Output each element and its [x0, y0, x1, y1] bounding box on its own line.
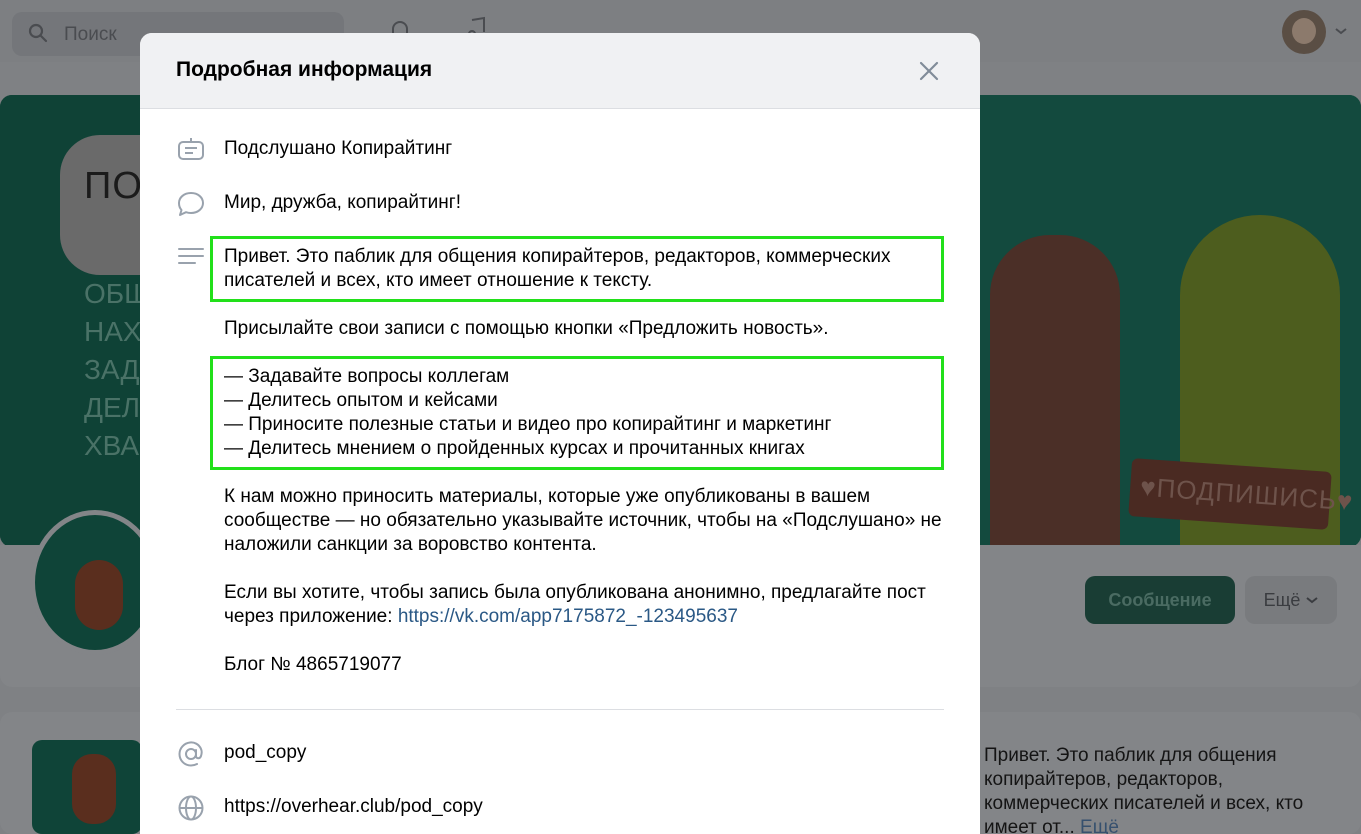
post-thumbnail[interactable] [32, 740, 142, 834]
cover-character-left [990, 235, 1120, 547]
community-name-icon [178, 138, 204, 160]
description-p5: Блог № 4865719077 [224, 654, 402, 675]
description-lines-icon [178, 248, 204, 264]
user-avatar[interactable] [1282, 10, 1326, 54]
description-p4: Если вы хотите, чтобы запись была опубли… [224, 581, 944, 629]
more-button-label: Ещё [1263, 589, 1301, 610]
at-sign-icon [178, 741, 203, 767]
modal-title: Подробная информация [176, 58, 433, 81]
highlight-box [210, 236, 944, 302]
community-status: Мир, дружба, копирайтинг! [224, 192, 461, 213]
globe-icon [178, 795, 204, 821]
details-modal: Подробная информация Подслушано Копирайт… [140, 33, 980, 834]
description-p2: Присылайте свои записи с помощью кнопки … [224, 318, 829, 339]
website-link[interactable]: https://overhear.club/pod_copy [224, 795, 944, 819]
close-icon[interactable] [916, 58, 942, 84]
community-name: Подслушано Копирайтинг [224, 138, 453, 159]
more-button[interactable]: Ещё [1245, 576, 1337, 624]
chevron-down-icon[interactable] [1334, 26, 1348, 36]
modal-header: Подробная информация [140, 33, 980, 109]
highlight-box [210, 356, 944, 470]
search-placeholder: Поиск [64, 24, 117, 45]
app-link[interactable]: https://vk.com/app7175872_-123495637 [398, 606, 738, 627]
description-p3: К нам можно приносить материалы, которые… [224, 486, 942, 555]
search-icon [28, 23, 48, 43]
post-more-link[interactable]: Ещё [1080, 817, 1119, 834]
post-preview-text: Привет. Это паблик для общения копирайте… [984, 745, 1304, 834]
message-button[interactable]: Сообщение [1085, 576, 1235, 624]
post-preview: Привет. Это паблик для общения копирайте… [984, 744, 1344, 834]
chevron-down-icon [1306, 597, 1319, 604]
divider [176, 709, 944, 710]
short-name: pod_copy [224, 742, 307, 763]
speech-bubble-icon [178, 192, 204, 216]
